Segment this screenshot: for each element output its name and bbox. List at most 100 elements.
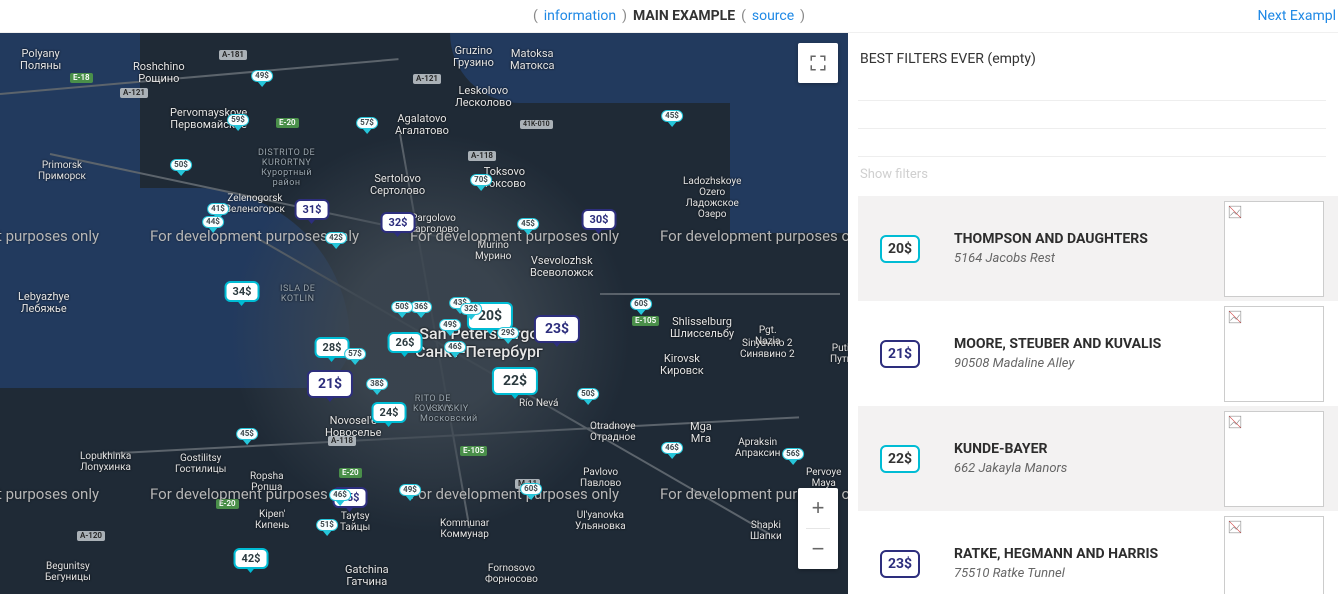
marker-price-label: 45$: [236, 428, 258, 440]
map-price-marker[interactable]: 45$: [661, 106, 683, 122]
map-place-label: Mga Мга: [690, 421, 712, 445]
map-place-label: Shlisselburg Шлиссельбу: [670, 316, 734, 340]
map-price-marker[interactable]: 36$: [410, 297, 432, 313]
map-price-marker[interactable]: 29$: [497, 323, 519, 339]
marker-price-label: 70$: [470, 174, 492, 186]
map-price-marker[interactable]: 70$: [470, 170, 492, 186]
broken-image-icon: [1228, 415, 1242, 429]
marker-price-label: 46$: [444, 341, 466, 353]
road-shield: E-18: [70, 73, 93, 83]
filter-slot[interactable]: [858, 101, 1326, 129]
map-place-label: Ul'yanovka Ульяновка: [575, 510, 626, 532]
map-place-label: Otradnoye Отрадное: [590, 421, 636, 443]
map-price-marker[interactable]: 21$: [307, 370, 353, 398]
map-price-marker[interactable]: 57$: [344, 344, 366, 360]
listing-thumbnail: [1224, 411, 1324, 507]
road-shield: A-121: [413, 74, 441, 84]
map-price-marker[interactable]: 49$: [439, 315, 461, 331]
broken-image-icon: [1228, 310, 1242, 324]
marker-price-label: 31$: [295, 199, 330, 220]
marker-price-label: 50$: [577, 388, 599, 400]
fullscreen-button[interactable]: [798, 43, 838, 83]
map-place-label: Matoksa Матокса: [510, 48, 554, 72]
dev-watermark: For development purposes only: [410, 485, 619, 503]
map-price-marker[interactable]: 32$: [381, 212, 416, 233]
broken-image-icon: [1228, 520, 1242, 534]
road-shield: E-105: [460, 446, 487, 456]
map-price-marker[interactable]: 30$: [582, 209, 617, 230]
map-price-marker[interactable]: 50$: [577, 384, 599, 400]
marker-price-label: 32$: [460, 303, 482, 315]
map-place-label: Fornosovo Форносово: [485, 563, 538, 585]
marker-price-label: 46$: [661, 442, 683, 454]
map-canvas[interactable]: Polyany ПоляныRoshchino РощиноGruzino Гр…: [0, 33, 848, 594]
map-price-marker[interactable]: 51$: [316, 515, 338, 531]
road-shield: E-20: [276, 118, 299, 128]
map-place-label: San Petersburgo Санкт-Петербург: [415, 325, 543, 360]
map-price-marker[interactable]: 46$: [661, 438, 683, 454]
information-link[interactable]: information: [544, 8, 616, 24]
map-price-marker[interactable]: 23$: [534, 315, 580, 343]
map-price-marker[interactable]: 56$: [782, 444, 804, 460]
map-place-label: Begunitsy Бегуницы: [45, 561, 91, 583]
map-price-marker[interactable]: 57$: [356, 113, 378, 129]
map-price-marker[interactable]: 60$: [630, 294, 652, 310]
broken-image-icon: [1228, 205, 1242, 219]
map-price-marker[interactable]: 42$: [234, 548, 269, 569]
marker-price-label: 46$: [329, 489, 351, 501]
map-price-marker[interactable]: 45$: [517, 214, 539, 230]
listing-row[interactable]: 22$KUNDE-BAYER662 Jakayla Manors: [858, 406, 1338, 511]
marker-price-label: 49$: [251, 70, 273, 82]
map-price-marker[interactable]: 50$: [391, 297, 413, 313]
source-link[interactable]: source: [752, 8, 794, 24]
filter-slot[interactable]: [858, 73, 1326, 101]
filter-slot[interactable]: [858, 129, 1326, 157]
map-price-marker[interactable]: 60$: [520, 479, 542, 495]
filters-heading: BEST FILTERS EVER (empty): [858, 51, 1338, 67]
next-example-link[interactable]: Next Exampl: [1258, 8, 1336, 24]
listing-address: 90508 Madaline Alley: [954, 356, 1224, 371]
marker-price-label: 49$: [399, 484, 421, 496]
zoom-out-button[interactable]: −: [798, 529, 838, 569]
marker-price-label: 51$: [316, 519, 338, 531]
map-place-label: Gruzino Грузино: [453, 45, 494, 69]
dev-watermark: For development purposes only: [660, 227, 848, 245]
listing-price-badge: 23$: [880, 550, 920, 578]
listing-name: RATKE, HEGMANN AND HARRIS: [954, 546, 1224, 562]
map-price-marker[interactable]: 42$: [325, 228, 347, 244]
map-price-marker[interactable]: 34$: [225, 281, 260, 302]
marker-price-label: 45$: [661, 110, 683, 122]
map-price-marker[interactable]: 46$: [329, 485, 351, 501]
road-shield: A-120: [77, 531, 105, 541]
map-price-marker[interactable]: 45$: [236, 424, 258, 440]
results-panel[interactable]: BEST FILTERS EVER (empty) Show filters 2…: [848, 33, 1338, 594]
zoom-in-button[interactable]: +: [798, 488, 838, 528]
listing-row[interactable]: 20$THOMPSON AND DAUGHTERS5164 Jacobs Res…: [858, 196, 1338, 301]
map-place-label: Gatchina Гатчина: [345, 564, 389, 588]
map-place-label: Pgt. Nazia: [755, 325, 780, 347]
map-place-label: Lopukhinka Лопухинка: [80, 451, 131, 473]
map-price-marker[interactable]: 49$: [251, 66, 273, 82]
map-price-marker[interactable]: 49$: [399, 480, 421, 496]
map-price-marker[interactable]: 24$: [372, 402, 407, 423]
page-title: MAIN EXAMPLE: [633, 8, 735, 24]
listing-price-badge: 22$: [880, 445, 920, 473]
listing-row[interactable]: 23$RATKE, HEGMANN AND HARRIS75510 Ratke …: [858, 511, 1338, 594]
map-price-marker[interactable]: 38$: [366, 374, 388, 390]
map-place-label: Primorsk Приморск: [38, 160, 86, 182]
listing-name: MOORE, STEUBER AND KUVALIS: [954, 336, 1224, 352]
listing-row[interactable]: 21$MOORE, STEUBER AND KUVALIS90508 Madal…: [858, 301, 1338, 406]
marker-price-label: 50$: [391, 301, 413, 313]
map-price-marker[interactable]: 50$: [170, 155, 192, 171]
map-price-marker[interactable]: 59$: [227, 110, 249, 126]
map-price-marker[interactable]: 31$: [295, 199, 330, 220]
map-price-marker[interactable]: 46$: [444, 337, 466, 353]
show-filters-toggle[interactable]: Show filters: [858, 157, 1338, 196]
marker-price-label: 42$: [325, 232, 347, 244]
map-price-marker[interactable]: 44$: [202, 212, 224, 228]
map-price-marker[interactable]: 22$: [492, 367, 538, 395]
map-price-marker[interactable]: 32$: [460, 299, 482, 315]
marker-price-label: 32$: [381, 212, 416, 233]
map-price-marker[interactable]: 26$: [388, 332, 423, 353]
marker-price-label: 56$: [782, 448, 804, 460]
